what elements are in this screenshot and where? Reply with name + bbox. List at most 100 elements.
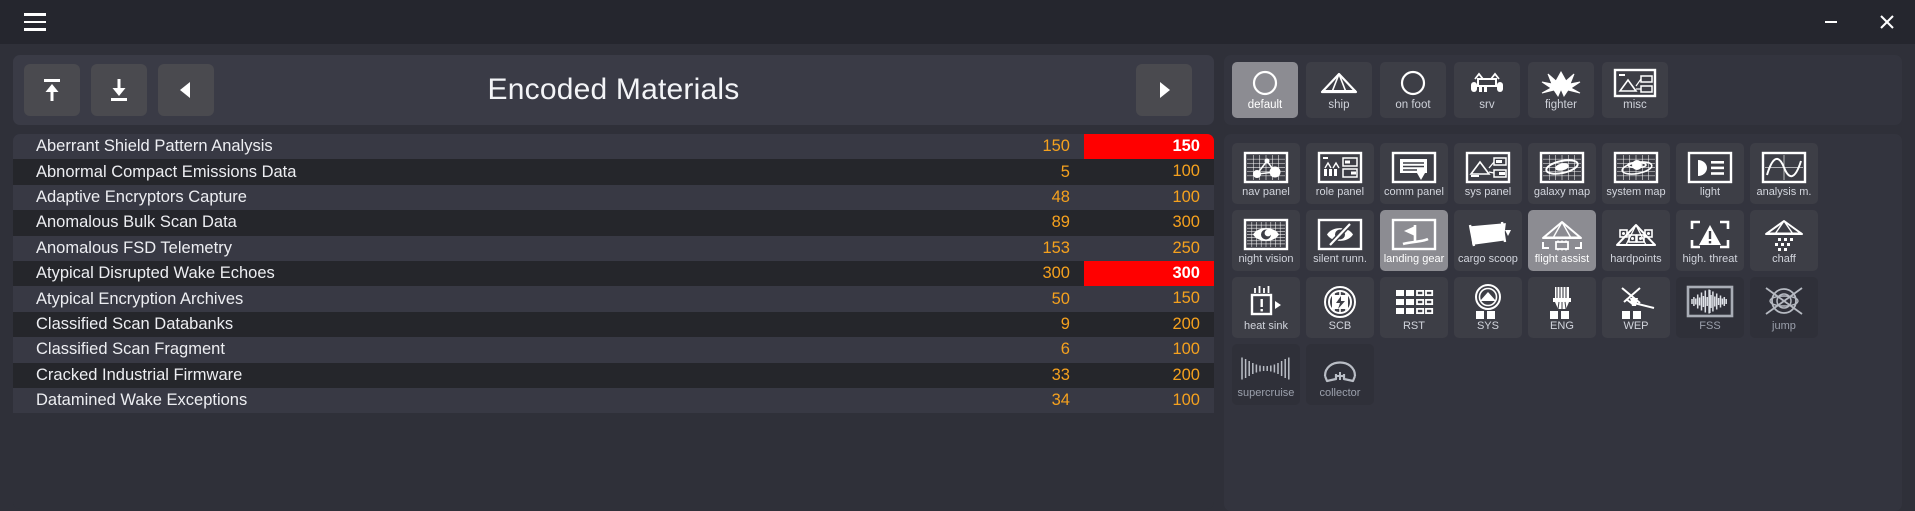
material-count: 89	[1051, 213, 1070, 232]
collapse-top-button[interactable]	[24, 64, 80, 116]
next-category-button[interactable]	[1135, 64, 1192, 116]
control-button-label: sys panel	[1464, 185, 1512, 198]
category-button-on-foot[interactable]: on foot	[1379, 62, 1446, 118]
control-button-analysis-m-[interactable]: analysis m.	[1749, 143, 1818, 204]
control-button-heat-sink[interactable]: heat sink	[1231, 277, 1300, 338]
control-button-cargo-scoop[interactable]: cargo scoop	[1453, 210, 1522, 271]
control-button-wep[interactable]: WEP	[1601, 277, 1670, 338]
silent-running-icon	[1317, 217, 1363, 253]
flight-assist-icon	[1537, 217, 1587, 253]
control-button-hardpoints[interactable]: hardpoints	[1601, 210, 1670, 271]
control-button-label: landing gear	[1383, 252, 1445, 265]
chaff-icon	[1761, 217, 1807, 253]
control-button-role-panel[interactable]: role panel	[1305, 143, 1374, 204]
table-row[interactable]: Datamined Wake Exceptions 34 100	[13, 387, 1214, 414]
control-button-sys[interactable]: SYS	[1453, 277, 1522, 338]
control-button-label: FSS	[1699, 319, 1721, 332]
material-name: Anomalous FSD Telemetry	[36, 238, 232, 257]
control-button-sys-panel[interactable]: sys panel	[1453, 143, 1522, 204]
hamburger-icon[interactable]	[18, 5, 52, 39]
table-row[interactable]: Aberrant Shield Pattern Analysis 150 150	[13, 134, 1214, 160]
control-button-light[interactable]: light	[1675, 143, 1744, 204]
material-count: 6	[1060, 340, 1070, 359]
galaxy-map-icon	[1539, 150, 1585, 186]
material-count: 150	[1042, 137, 1070, 156]
control-button-label: SYS	[1476, 319, 1499, 332]
cargo-scoop-icon	[1465, 217, 1511, 253]
control-button-system-map[interactable]: system map	[1601, 143, 1670, 204]
control-button-label: system map	[1606, 185, 1666, 198]
fighter-icon	[1540, 68, 1582, 98]
category-button-srv[interactable]: srv	[1453, 62, 1520, 118]
control-button-label: night vision	[1238, 252, 1294, 265]
material-count: 34	[1051, 391, 1070, 410]
control-button-label: hardpoints	[1610, 252, 1662, 265]
control-button-silent-runn-[interactable]: silent runn.	[1305, 210, 1374, 271]
material-count: 5	[1060, 162, 1070, 181]
table-row[interactable]: Abnormal Compact Emissions Data 5 100	[13, 159, 1214, 185]
control-button-landing-gear[interactable]: landing gear	[1379, 210, 1448, 271]
ship-icon	[1318, 68, 1360, 98]
control-button-chaff[interactable]: chaff	[1749, 210, 1818, 271]
category-label: misc	[1623, 99, 1647, 112]
table-row[interactable]: Atypical Disrupted Wake Echoes 300 300	[13, 260, 1214, 287]
collapse-bottom-button[interactable]	[91, 64, 147, 116]
control-button-fss[interactable]: FSS	[1675, 277, 1744, 338]
table-row[interactable]: Cracked Industrial Firmware 33 200	[13, 362, 1214, 388]
close-button[interactable]	[1859, 0, 1915, 44]
control-button-label: jump	[1772, 319, 1796, 332]
headlight-icon	[1687, 150, 1733, 186]
category-button-misc[interactable]: misc	[1601, 62, 1668, 118]
role-panel-icon	[1317, 150, 1363, 186]
table-row[interactable]: Anomalous FSD Telemetry 153 250	[13, 235, 1214, 261]
material-capacity: 250	[1172, 238, 1200, 257]
control-button-jump[interactable]: jump	[1749, 277, 1818, 338]
category-label: fighter	[1544, 99, 1577, 112]
control-button-collector[interactable]: collector	[1305, 344, 1374, 405]
control-button-supercruise[interactable]: supercruise	[1231, 344, 1300, 405]
control-button-flight-assist[interactable]: flight assist	[1527, 210, 1596, 271]
control-button-rst[interactable]: RST	[1379, 277, 1448, 338]
control-button-label: ENG	[1550, 319, 1574, 332]
system-map-icon	[1613, 150, 1659, 186]
table-row[interactable]: Classified Scan Fragment 6 100	[13, 337, 1214, 363]
table-row[interactable]: Classified Scan Databanks 9 200	[13, 311, 1214, 338]
control-button-high-threat[interactable]: high. threat	[1675, 210, 1744, 271]
control-grid-row: night vision silent runn. landing gear carg…	[1231, 210, 1894, 271]
control-button-scb[interactable]: SCB	[1305, 277, 1374, 338]
control-button-galaxy-map[interactable]: galaxy map	[1527, 143, 1596, 204]
table-row[interactable]: Anomalous Bulk Scan Data 89 300	[13, 210, 1214, 236]
minimize-button[interactable]	[1803, 0, 1859, 44]
control-button-label: flight assist	[1534, 252, 1590, 265]
category-button-ship[interactable]: ship	[1305, 62, 1372, 118]
category-label: ship	[1328, 99, 1350, 112]
materials-list[interactable]: Aberrant Shield Pattern Analysis 150 150 Ab…	[13, 134, 1214, 509]
control-button-label: light	[1699, 185, 1721, 198]
control-button-eng[interactable]: ENG	[1527, 277, 1596, 338]
material-name: Adaptive Encryptors Capture	[36, 187, 247, 206]
category-label: default	[1247, 99, 1283, 112]
material-count: 153	[1042, 238, 1070, 257]
reset-pips-icon	[1394, 284, 1434, 320]
highest-threat-icon	[1687, 217, 1733, 253]
material-capacity: 150	[1172, 289, 1200, 308]
control-button-comm-panel[interactable]: comm panel	[1379, 143, 1448, 204]
control-button-nav-panel[interactable]: nav panel	[1231, 143, 1300, 204]
materials-panel: Encoded Materials Aberrant Shield Patter…	[13, 55, 1214, 511]
controls-panel: default ship on foot srv fighter misc nav pan…	[1223, 55, 1902, 511]
shield-cell-icon	[1322, 284, 1358, 320]
category-button-default[interactable]: default	[1231, 62, 1298, 118]
control-button-label: high. threat	[1682, 252, 1738, 265]
previous-category-button[interactable]	[158, 64, 214, 116]
fss-icon	[1686, 284, 1734, 320]
control-button-night-vision[interactable]: night vision	[1231, 210, 1300, 271]
wep-pips-icon	[1614, 284, 1658, 320]
table-row[interactable]: Adaptive Encryptors Capture 48 100	[13, 184, 1214, 211]
material-name: Anomalous Bulk Scan Data	[36, 213, 237, 232]
category-button-fighter[interactable]: fighter	[1527, 62, 1594, 118]
supercruise-icon	[1238, 351, 1294, 387]
control-button-label: chaff	[1772, 252, 1796, 265]
table-row[interactable]: Atypical Encryption Archives 50 150	[13, 286, 1214, 312]
material-capacity: 100	[1172, 162, 1200, 181]
title-bar	[0, 0, 1915, 44]
